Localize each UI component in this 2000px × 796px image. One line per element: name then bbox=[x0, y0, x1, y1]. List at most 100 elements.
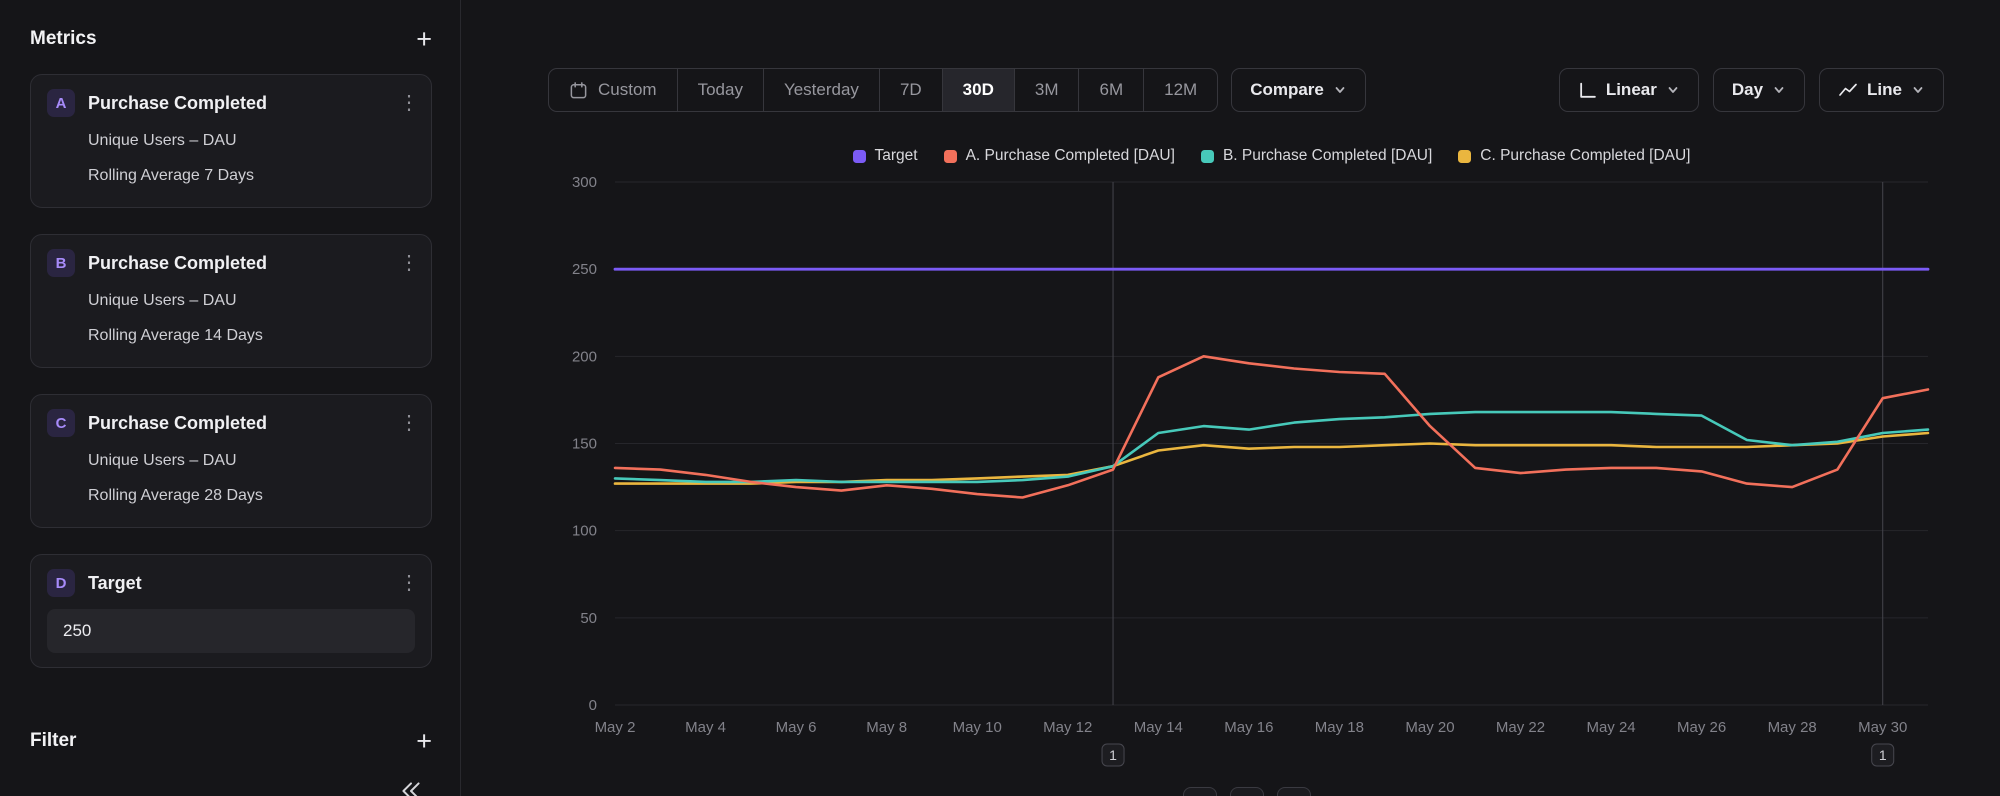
metric-badge: C bbox=[47, 409, 75, 437]
filter-title: Filter bbox=[30, 730, 76, 752]
metric-card-header: A Purchase Completed ⋮ bbox=[47, 89, 415, 117]
line-chart: 050100150200250300May 2May 4May 6May 8Ma… bbox=[461, 0, 1999, 796]
kebab-menu-icon[interactable]: ⋮ bbox=[399, 413, 415, 433]
legend-label: Target bbox=[875, 147, 918, 165]
kebab-menu-icon[interactable]: ⋮ bbox=[399, 573, 415, 593]
metric-card-header: C Purchase Completed ⋮ bbox=[47, 409, 415, 437]
legend-swatch bbox=[1201, 150, 1214, 163]
y-tick-label: 200 bbox=[572, 348, 597, 365]
legend-swatch bbox=[1458, 150, 1471, 163]
target-value-input[interactable] bbox=[47, 609, 415, 653]
x-tick-label: May 26 bbox=[1677, 719, 1726, 736]
x-tick-label: May 12 bbox=[1043, 719, 1092, 736]
date-range-6m[interactable]: 6M bbox=[1078, 69, 1143, 111]
line-chart-icon bbox=[1838, 81, 1858, 99]
granularity-selector-button[interactable]: Day bbox=[1713, 68, 1805, 112]
legend-item[interactable]: Target bbox=[853, 147, 918, 165]
kebab-menu-icon[interactable]: ⋮ bbox=[399, 253, 415, 273]
x-tick-label: May 6 bbox=[776, 719, 817, 736]
target-title: Target bbox=[88, 573, 386, 594]
kebab-menu-icon[interactable]: ⋮ bbox=[399, 93, 415, 113]
date-range-custom[interactable]: Custom bbox=[549, 69, 677, 111]
x-tick-label: May 22 bbox=[1496, 719, 1545, 736]
sidebar-header: Metrics + bbox=[30, 28, 432, 50]
date-range-yesterday[interactable]: Yesterday bbox=[763, 69, 879, 111]
x-tick-label: May 2 bbox=[595, 719, 636, 736]
double-chevron-left-icon bbox=[398, 778, 424, 796]
bottom-tool-button-2[interactable] bbox=[1230, 787, 1264, 796]
metric-measure: Unique Users – DAU bbox=[47, 283, 415, 318]
bottom-tool-button-1[interactable] bbox=[1183, 787, 1217, 796]
x-tick-label: May 16 bbox=[1224, 719, 1273, 736]
metric-card-list: A Purchase Completed ⋮ Unique Users – DA… bbox=[30, 74, 432, 528]
legend-item[interactable]: C. Purchase Completed [DAU] bbox=[1458, 147, 1690, 165]
x-tick-label: May 30 bbox=[1858, 719, 1907, 736]
metric-title: Purchase Completed bbox=[88, 413, 386, 434]
metric-card-header: B Purchase Completed ⋮ bbox=[47, 249, 415, 277]
metric-card[interactable]: C Purchase Completed ⋮ Unique Users – DA… bbox=[30, 394, 432, 528]
y-tick-label: 300 bbox=[572, 174, 597, 191]
target-card-header: D Target ⋮ bbox=[47, 569, 415, 597]
series-line-c bbox=[615, 433, 1928, 484]
chevron-down-icon bbox=[1911, 83, 1925, 97]
metric-transform: Rolling Average 7 Days bbox=[47, 158, 415, 193]
chart-controls: Linear Day Line bbox=[1559, 68, 1944, 112]
x-tick-label: May 4 bbox=[685, 719, 726, 736]
annotation-badge-label: 1 bbox=[1879, 747, 1887, 763]
x-tick-label: May 20 bbox=[1405, 719, 1454, 736]
chevron-down-icon bbox=[1666, 83, 1680, 97]
date-range-30d[interactable]: 30D bbox=[942, 69, 1014, 111]
x-tick-label: May 28 bbox=[1768, 719, 1817, 736]
legend-swatch bbox=[853, 150, 866, 163]
x-tick-label: May 18 bbox=[1315, 719, 1364, 736]
x-tick-label: May 24 bbox=[1586, 719, 1635, 736]
filter-header: Filter + bbox=[30, 730, 432, 752]
chevron-down-icon bbox=[1772, 83, 1786, 97]
y-tick-label: 50 bbox=[580, 610, 597, 627]
date-range-segmented-control: Custom Today Yesterday 7D 30D 3M 6M 12M bbox=[548, 68, 1218, 112]
legend-label: C. Purchase Completed [DAU] bbox=[1480, 147, 1690, 165]
target-card[interactable]: D Target ⋮ bbox=[30, 554, 432, 668]
y-tick-label: 100 bbox=[572, 523, 597, 540]
date-range-12m[interactable]: 12M bbox=[1143, 69, 1217, 111]
x-tick-label: May 8 bbox=[866, 719, 907, 736]
compare-button[interactable]: Compare bbox=[1231, 68, 1366, 112]
metric-title: Purchase Completed bbox=[88, 253, 386, 274]
target-badge: D bbox=[47, 569, 75, 597]
chart-area: 050100150200250300May 2May 4May 6May 8Ma… bbox=[461, 0, 2000, 796]
x-tick-label: May 10 bbox=[953, 719, 1002, 736]
bottom-toolbar bbox=[1183, 787, 1311, 796]
bottom-tool-button-3[interactable] bbox=[1277, 787, 1311, 796]
sidebar-title: Metrics bbox=[30, 28, 97, 50]
date-range-today[interactable]: Today bbox=[677, 69, 763, 111]
collapse-sidebar-button[interactable] bbox=[398, 778, 424, 796]
metric-transform: Rolling Average 14 Days bbox=[47, 318, 415, 353]
legend-item[interactable]: B. Purchase Completed [DAU] bbox=[1201, 147, 1432, 165]
scale-selector-button[interactable]: Linear bbox=[1559, 68, 1699, 112]
add-metric-button[interactable]: + bbox=[416, 29, 432, 49]
date-range-3m[interactable]: 3M bbox=[1014, 69, 1079, 111]
chevron-down-icon bbox=[1333, 83, 1347, 97]
metric-title: Purchase Completed bbox=[88, 93, 386, 114]
legend-item[interactable]: A. Purchase Completed [DAU] bbox=[944, 147, 1175, 165]
metric-card[interactable]: A Purchase Completed ⋮ Unique Users – DA… bbox=[30, 74, 432, 208]
metric-badge: A bbox=[47, 89, 75, 117]
annotation-badge-label: 1 bbox=[1109, 747, 1117, 763]
axis-icon bbox=[1578, 81, 1597, 100]
metric-card[interactable]: B Purchase Completed ⋮ Unique Users – DA… bbox=[30, 234, 432, 368]
add-filter-button[interactable]: + bbox=[416, 731, 432, 751]
chart-legend: Target A. Purchase Completed [DAU] B. Pu… bbox=[615, 147, 1928, 165]
y-tick-label: 250 bbox=[572, 261, 597, 278]
legend-label: B. Purchase Completed [DAU] bbox=[1223, 147, 1432, 165]
legend-swatch bbox=[944, 150, 957, 163]
metric-measure: Unique Users – DAU bbox=[47, 123, 415, 158]
metric-badge: B bbox=[47, 249, 75, 277]
chart-type-selector-button[interactable]: Line bbox=[1819, 68, 1944, 112]
app: Metrics + A Purchase Completed ⋮ Unique … bbox=[0, 0, 2000, 796]
y-tick-label: 150 bbox=[572, 436, 597, 453]
date-range-7d[interactable]: 7D bbox=[879, 69, 942, 111]
metric-measure: Unique Users – DAU bbox=[47, 443, 415, 478]
calendar-icon bbox=[569, 81, 588, 100]
x-tick-label: May 14 bbox=[1134, 719, 1183, 736]
toolbar: Custom Today Yesterday 7D 30D 3M 6M 12M … bbox=[548, 68, 1944, 112]
